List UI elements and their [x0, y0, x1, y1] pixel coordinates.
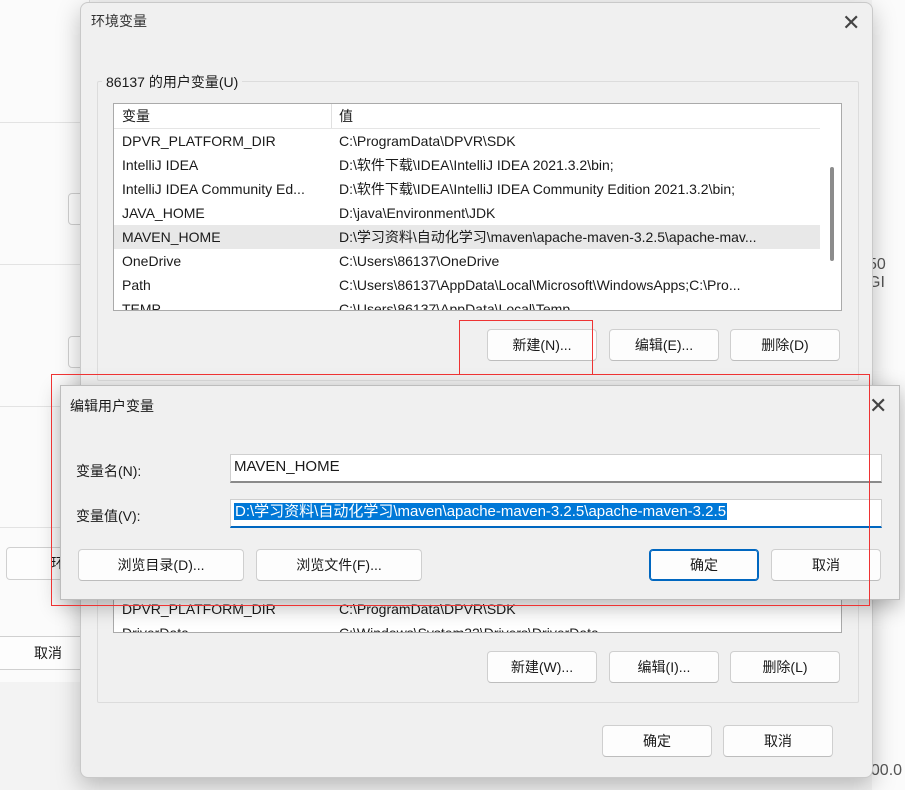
system-new-button[interactable]: 新建(W)...: [487, 651, 597, 683]
system-delete-button[interactable]: 删除(L): [730, 651, 840, 683]
bg-divider: [0, 122, 90, 123]
table-row[interactable]: JAVA_HOME D:\java\Environment\JDK: [114, 201, 820, 225]
user-vars-label: 86137 的用户变量(U): [102, 72, 243, 92]
variable-name-cell: TEMP: [122, 301, 161, 311]
user-vars-list[interactable]: 变量 值 DPVR_PLATFORM_DIR C:\ProgramData\DPV…: [113, 103, 842, 311]
table-row[interactable]: DPVR_PLATFORM_DIR C:\ProgramData\DPVR\SDK: [114, 129, 820, 153]
variable-value-cell: D:\软件下载\IDEA\IntelliJ IDEA Community Edi…: [339, 181, 736, 197]
ok-button[interactable]: 确定: [602, 725, 712, 757]
list-header: 变量 值: [114, 104, 820, 129]
bg-right-text: 50 GI: [868, 256, 886, 291]
close-icon[interactable]: ✕: [842, 12, 860, 34]
cancel-button[interactable]: 取消: [723, 725, 833, 757]
variable-value-cell: C:\Windows\System32\Drivers\DriverData: [339, 625, 599, 633]
dialog-title: 环境变量: [91, 13, 147, 29]
column-header-name[interactable]: 变量: [114, 104, 332, 128]
variable-name-cell: Path: [122, 277, 151, 293]
variable-name-cell: JAVA_HOME: [122, 205, 205, 221]
close-icon[interactable]: ✕: [869, 395, 887, 417]
bg-cancel-button[interactable]: 取消: [0, 636, 90, 670]
table-row[interactable]: DriverData C:\Windows\System32\Drivers\Dr…: [114, 621, 820, 633]
variable-name-cell: DPVR_PLATFORM_DIR: [122, 133, 276, 149]
bg-divider: [0, 264, 90, 265]
table-row[interactable]: TEMP C:\Users\86137\AppData\Local\Temp: [114, 297, 820, 311]
variable-value-cell: C:\ProgramData\DPVR\SDK: [339, 133, 516, 149]
table-row[interactable]: Path C:\Users\86137\AppData\Local\Microso…: [114, 273, 820, 297]
table-row[interactable]: IntelliJ IDEA Community Ed... D:\软件下载\IDE…: [114, 177, 820, 201]
variable-value-cell: D:\java\Environment\JDK: [339, 205, 496, 221]
highlight-box: [459, 320, 593, 375]
variable-value-cell: C:\Users\86137\AppData\Local\Microsoft\W…: [339, 277, 741, 293]
scrollbar[interactable]: [824, 104, 841, 310]
table-row[interactable]: MAVEN_HOME D:\学习资料\自动化学习\maven\apache-mav…: [114, 225, 820, 249]
highlight-box: [51, 374, 870, 606]
variable-value-cell: D:\软件下载\IDEA\IntelliJ IDEA 2021.3.2\bin;: [339, 157, 614, 173]
variable-name-cell: IntelliJ IDEA Community Ed...: [122, 181, 305, 197]
user-edit-button[interactable]: 编辑(E)...: [609, 329, 719, 361]
scrollbar-thumb[interactable]: [830, 167, 834, 261]
table-row[interactable]: OneDrive C:\Users\86137\OneDrive: [114, 249, 820, 273]
column-header-value[interactable]: 值: [332, 104, 820, 128]
variable-name-cell: IntelliJ IDEA: [122, 157, 199, 173]
system-edit-button[interactable]: 编辑(I)...: [609, 651, 719, 683]
variable-value-cell: C:\Users\86137\AppData\Local\Temp: [339, 301, 571, 311]
variable-name-cell: MAVEN_HOME: [122, 229, 221, 245]
variable-value-cell: D:\学习资料\自动化学习\maven\apache-maven-3.2.5\a…: [339, 229, 757, 245]
variable-value-cell: C:\Users\86137\OneDrive: [339, 253, 500, 269]
variable-name-cell: DriverData: [122, 625, 189, 633]
table-row[interactable]: IntelliJ IDEA D:\软件下载\IDEA\IntelliJ IDEA …: [114, 153, 820, 177]
variable-name-cell: OneDrive: [122, 253, 182, 269]
user-delete-button[interactable]: 删除(D): [730, 329, 840, 361]
